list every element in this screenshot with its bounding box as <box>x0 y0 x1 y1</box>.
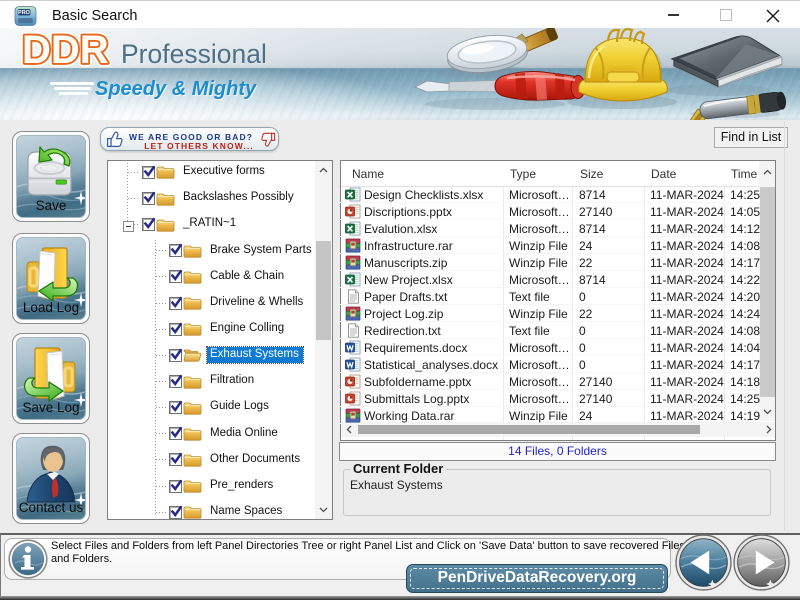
svg-text:DDR: DDR <box>22 28 109 72</box>
svg-text:PRO: PRO <box>18 10 31 16</box>
